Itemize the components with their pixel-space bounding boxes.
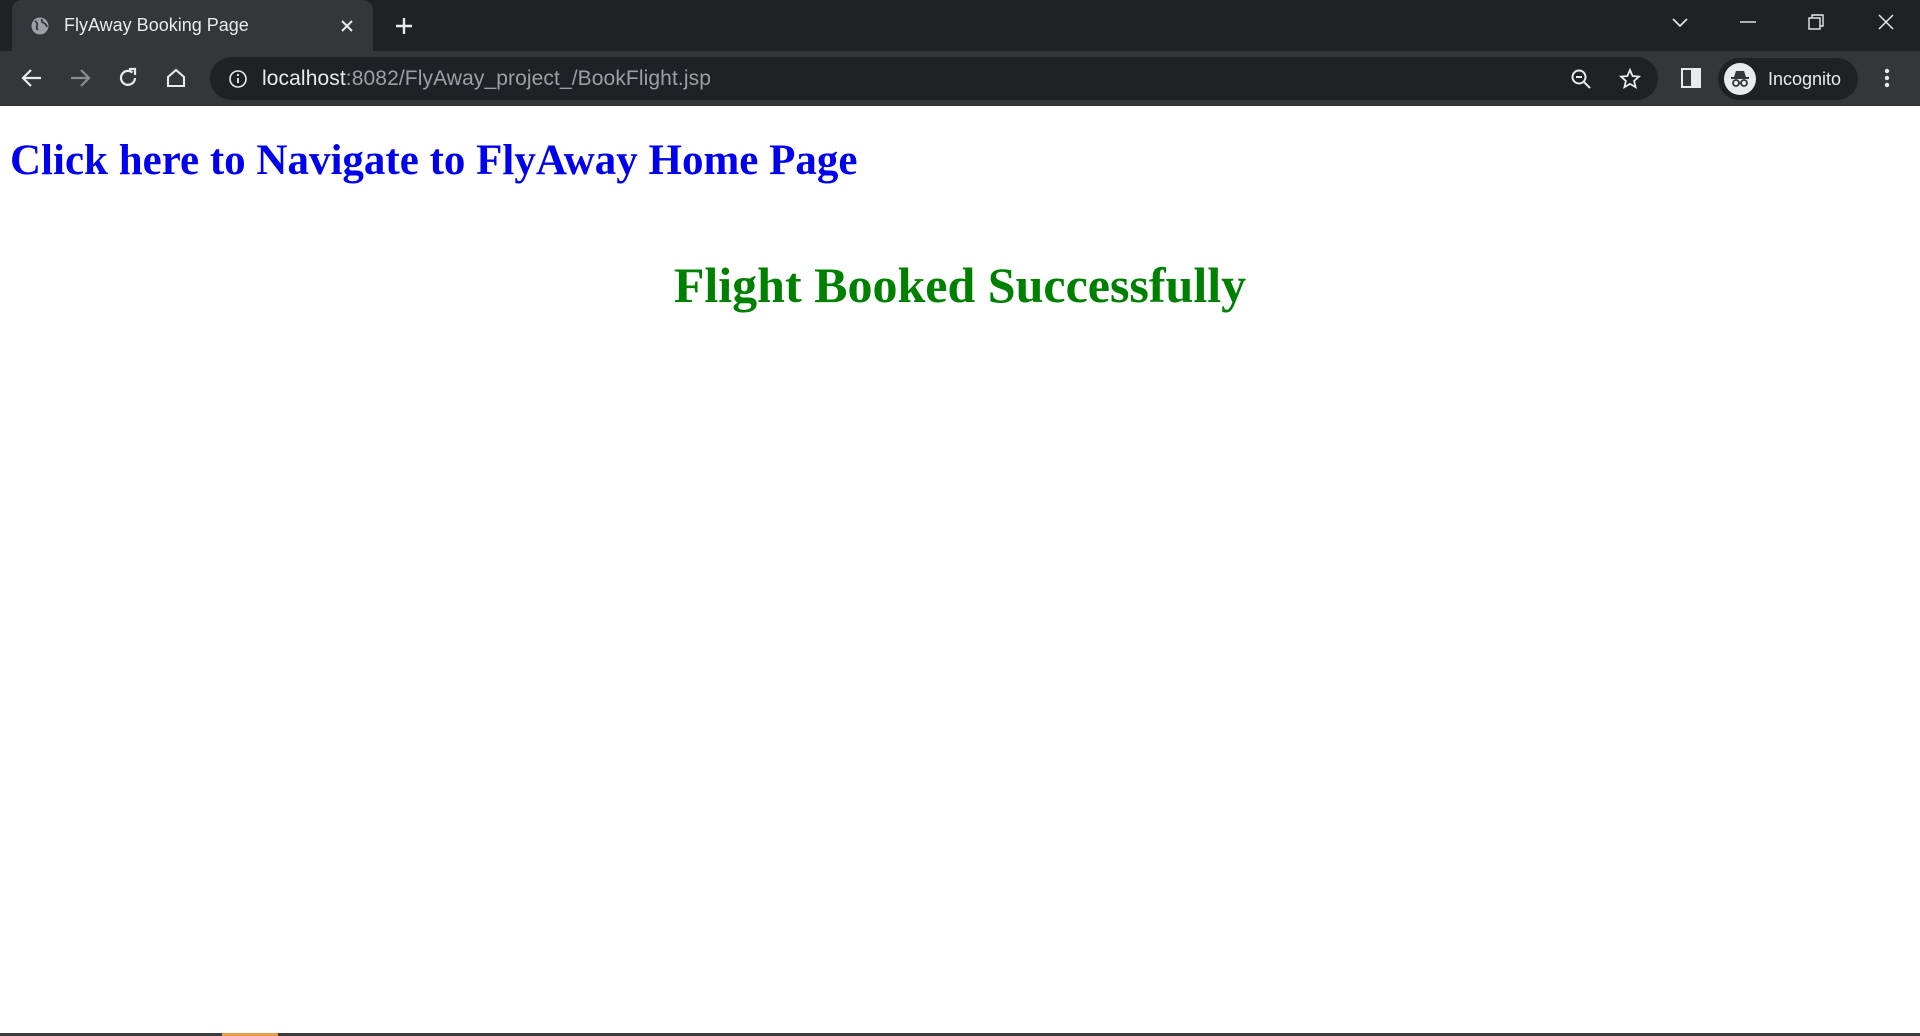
kebab-menu-icon[interactable] bbox=[1870, 61, 1904, 95]
profile-button[interactable]: Incognito bbox=[1718, 58, 1858, 100]
star-icon[interactable] bbox=[1612, 61, 1648, 97]
forward-arrow-icon[interactable] bbox=[63, 61, 97, 95]
minimize-icon[interactable] bbox=[1720, 0, 1776, 44]
incognito-icon bbox=[1724, 63, 1756, 95]
address-bar[interactable]: localhost:8082/FlyAway_project_/BookFlig… bbox=[210, 57, 1658, 100]
info-icon[interactable] bbox=[226, 67, 250, 91]
tab-strip: FlyAway Booking Page bbox=[0, 0, 1920, 51]
globe-icon bbox=[30, 16, 50, 36]
side-panel-icon[interactable] bbox=[1674, 61, 1708, 95]
browser-toolbar: localhost:8082/FlyAway_project_/BookFlig… bbox=[0, 51, 1920, 106]
restore-icon[interactable] bbox=[1788, 0, 1844, 44]
close-icon[interactable] bbox=[335, 14, 359, 38]
url-path: :8082/FlyAway_project_/BookFlight.jsp bbox=[345, 66, 711, 90]
url-text: localhost:8082/FlyAway_project_/BookFlig… bbox=[262, 67, 711, 91]
back-arrow-icon[interactable] bbox=[15, 61, 49, 95]
home-page-link[interactable]: Click here to Navigate to FlyAway Home P… bbox=[10, 136, 857, 185]
url-host: localhost bbox=[262, 66, 346, 90]
tab-title: FlyAway Booking Page bbox=[64, 15, 249, 35]
zoom-out-icon[interactable] bbox=[1563, 61, 1599, 97]
chevron-down-icon[interactable] bbox=[1652, 0, 1708, 44]
reload-icon[interactable] bbox=[111, 61, 145, 95]
browser-tab[interactable]: FlyAway Booking Page bbox=[12, 0, 373, 51]
profile-label: Incognito bbox=[1768, 68, 1842, 89]
page-content: Click here to Navigate to FlyAway Home P… bbox=[0, 106, 1920, 1030]
home-icon[interactable] bbox=[159, 61, 193, 95]
booking-success-message: Flight Booked Successfully bbox=[673, 257, 1247, 313]
window-close-icon[interactable] bbox=[1858, 0, 1914, 44]
plus-icon[interactable] bbox=[390, 12, 418, 40]
